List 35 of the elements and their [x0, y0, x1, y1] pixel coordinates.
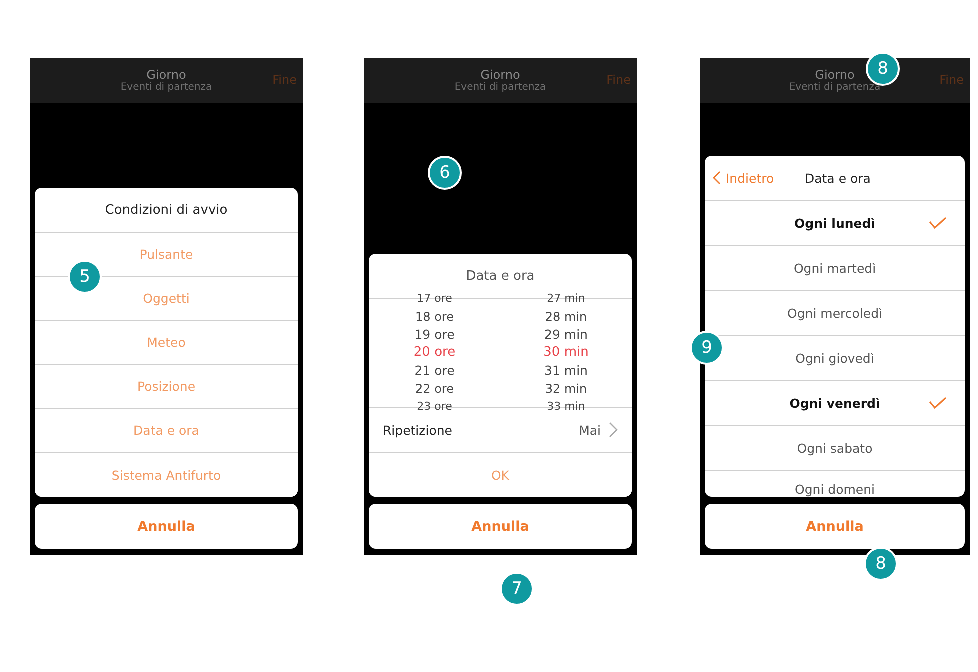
step-number-badge: 7: [500, 572, 534, 606]
hour-option[interactable]: 19 ore: [414, 326, 455, 344]
minute-option[interactable]: 32 min: [545, 380, 588, 398]
day-option[interactable]: Ogni venerdì: [790, 396, 880, 410]
header-title: Giorno: [480, 68, 520, 82]
minute-option[interactable]: 30 min: [544, 344, 589, 362]
minute-option[interactable]: 28 min: [545, 308, 588, 326]
day-option[interactable]: Ogni sabato: [797, 440, 873, 456]
step-number-badge: 8: [866, 52, 900, 86]
minute-option[interactable]: 33 min: [547, 398, 586, 416]
hour-option[interactable]: 22 ore: [416, 380, 454, 398]
day-option[interactable]: Ogni giovedì: [796, 350, 874, 366]
hour-option[interactable]: 17 ore: [417, 290, 452, 308]
repeat-label: Ripetizione: [383, 422, 454, 438]
header-subtitle: Eventi di partenza: [454, 82, 546, 93]
header-subtitle: Eventi di partenza: [120, 82, 212, 93]
sheet-title: Data e ora: [805, 170, 871, 186]
chevron-left-icon: [713, 171, 721, 185]
repeat-value[interactable]: Mai: [579, 422, 601, 438]
hour-option[interactable]: 20 ore: [414, 344, 456, 362]
step-number-badge: 9: [690, 331, 724, 365]
minute-option[interactable]: 31 min: [544, 362, 588, 380]
header-title: Giorno: [146, 68, 186, 82]
hour-option[interactable]: 21 ore: [414, 362, 455, 380]
minute-option[interactable]: 29 min: [544, 326, 588, 344]
hour-option[interactable]: 23 ore: [417, 398, 452, 416]
header-title: Giorno: [815, 68, 855, 82]
step-number-badge: 8: [864, 547, 898, 581]
minute-option[interactable]: 27 min: [547, 290, 586, 308]
hour-option[interactable]: 18 ore: [416, 308, 454, 326]
day-option[interactable]: Ogni mercoledì: [788, 306, 882, 320]
chevron-right-icon: [609, 422, 618, 438]
day-option[interactable]: Ogni domeni: [795, 482, 875, 497]
day-option[interactable]: Ogni martedì: [794, 260, 876, 276]
day-option[interactable]: Ogni lunedì: [794, 216, 876, 230]
